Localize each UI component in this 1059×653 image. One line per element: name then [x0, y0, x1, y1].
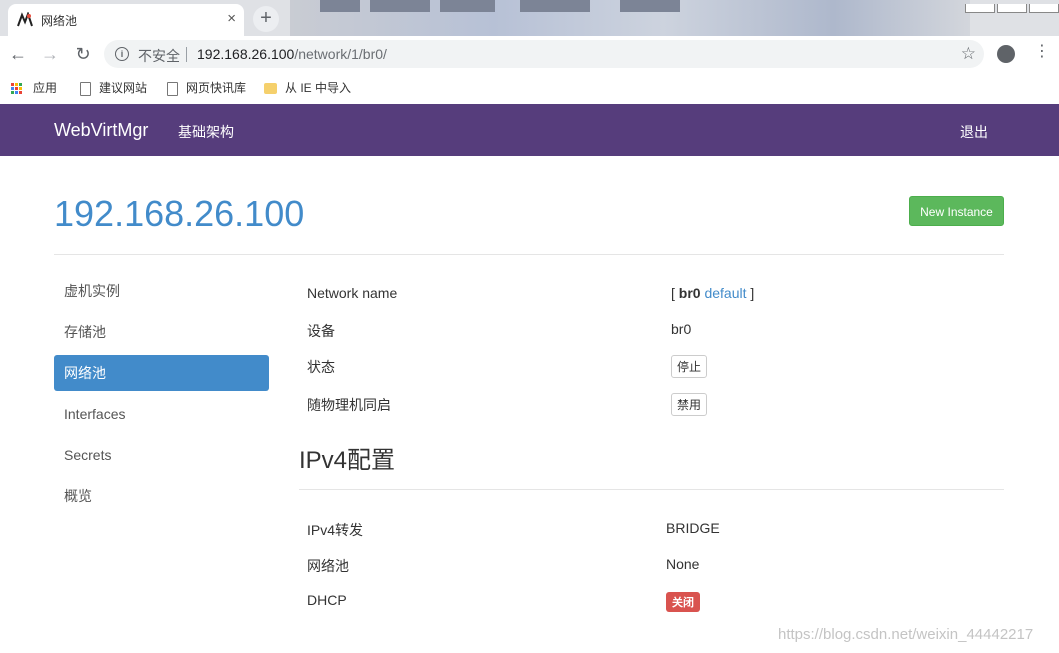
dhcp-status: 关闭 — [666, 592, 700, 612]
ipv4-pool-value: None — [666, 556, 700, 572]
sidebar-nav: 虚机实例 存储池 网络池 Interfaces Secrets 概览 — [54, 273, 269, 519]
sidebar-item-instances[interactable]: 虚机实例 — [54, 273, 269, 309]
bookmark-label: 建议网站 — [99, 81, 148, 95]
app-navbar: WebVirtMgr 基础架构 退出 — [0, 104, 1059, 156]
nav-infrastructure[interactable]: 基础架构 — [178, 122, 234, 142]
webvirtmgr-favicon-icon — [17, 12, 33, 27]
browser-tab-strip: 网络池 × + — [0, 0, 1059, 36]
close-window-button[interactable] — [1029, 4, 1059, 13]
header-divider — [54, 254, 1004, 255]
background-window-blur — [290, 0, 970, 36]
autostart-label: 随物理机同启 — [307, 397, 391, 413]
sidebar-item-interfaces[interactable]: Interfaces — [54, 396, 269, 432]
ipv4-forward-value: BRIDGE — [666, 520, 720, 536]
brand-link[interactable]: WebVirtMgr — [54, 120, 148, 141]
bookmarks-bar: 应用 建议网站 网页快讯库 从 IE 中导入 — [0, 72, 1059, 104]
new-instance-button[interactable]: New Instance — [909, 196, 1004, 226]
browser-menu-icon[interactable]: ⋮ — [1034, 41, 1050, 61]
default-network-link[interactable]: default — [704, 285, 746, 301]
bookmark-label: 从 IE 中导入 — [285, 81, 352, 95]
ipv4-forward-label: IPv4转发 — [307, 522, 364, 538]
bookmark-label: 应用 — [33, 81, 58, 95]
security-status[interactable]: 不安全 — [138, 46, 180, 66]
bookmark-import-ie[interactable]: 从 IE 中导入 — [264, 79, 351, 96]
ipv4-pool-label: 网络池 — [307, 558, 349, 574]
dhcp-status-badge: 关闭 — [666, 592, 700, 612]
sidebar-item-networks[interactable]: 网络池 — [54, 355, 269, 391]
page-icon — [80, 81, 91, 96]
url-host: 192.168.26.100 — [197, 46, 295, 62]
stop-button[interactable]: 停止 — [671, 355, 708, 378]
page-icon — [167, 81, 178, 96]
device-label: 设备 — [307, 323, 335, 339]
window-controls — [963, 0, 1059, 13]
tab-title: 网络池 — [41, 14, 78, 28]
network-name: br0 — [678, 285, 701, 301]
dhcp-label: DHCP — [307, 592, 347, 608]
sidebar-item-overview[interactable]: 概览 — [54, 478, 269, 514]
bookmark-web-slices[interactable]: 网页快讯库 — [167, 79, 246, 96]
forward-arrow-icon[interactable]: → — [38, 42, 62, 66]
network-name-value: [ br0 default ] — [671, 285, 754, 301]
folder-icon — [264, 83, 277, 95]
autostart-control: 禁用 — [671, 393, 708, 416]
profile-avatar-icon[interactable] — [997, 45, 1015, 63]
minimize-button[interactable] — [965, 4, 995, 13]
sidebar-item-secrets[interactable]: Secrets — [54, 437, 269, 473]
nav-logout[interactable]: 退出 — [960, 122, 988, 142]
bookmark-label: 网页快讯库 — [186, 81, 247, 95]
back-arrow-icon[interactable]: ← — [6, 42, 30, 66]
bookmark-apps[interactable]: 应用 — [11, 79, 57, 96]
sidebar-item-storages[interactable]: 存储池 — [54, 314, 269, 350]
url-text[interactable]: 192.168.26.100/network/1/br0/ — [197, 46, 387, 62]
url-path: /network/1/br0/ — [294, 46, 387, 62]
network-name-label: Network name — [307, 285, 398, 301]
ipv4-divider — [299, 489, 1004, 490]
new-tab-button[interactable]: + — [253, 6, 279, 32]
apps-grid-icon — [11, 83, 22, 95]
device-value: br0 — [671, 321, 692, 337]
browser-toolbar: ← → ↻ i 不安全 192.168.26.100/network/1/br0… — [0, 36, 1059, 72]
site-info-icon[interactable]: i — [115, 47, 129, 61]
disable-autostart-button[interactable]: 禁用 — [671, 393, 708, 416]
browser-tab-active[interactable]: 网络池 × — [8, 4, 244, 36]
tab-close-icon[interactable]: × — [227, 9, 236, 29]
address-separator — [186, 47, 187, 62]
bookmark-suggested-sites[interactable]: 建议网站 — [80, 79, 147, 96]
bracket-close: ] — [750, 285, 755, 301]
state-label: 状态 — [307, 359, 335, 375]
reload-icon[interactable]: ↻ — [71, 42, 95, 66]
address-bar[interactable]: i 不安全 192.168.26.100/network/1/br0/ ☆ — [104, 40, 984, 68]
page-title: 192.168.26.100 — [54, 193, 305, 234]
bookmark-star-icon[interactable]: ☆ — [961, 44, 976, 64]
watermark-text: https://blog.csdn.net/weixin_44442217 — [778, 626, 1034, 643]
ipv4-heading: IPv4配置 — [299, 447, 396, 474]
state-control: 停止 — [671, 355, 708, 378]
bracket-open: [ — [671, 285, 675, 301]
maximize-button[interactable] — [997, 4, 1027, 13]
